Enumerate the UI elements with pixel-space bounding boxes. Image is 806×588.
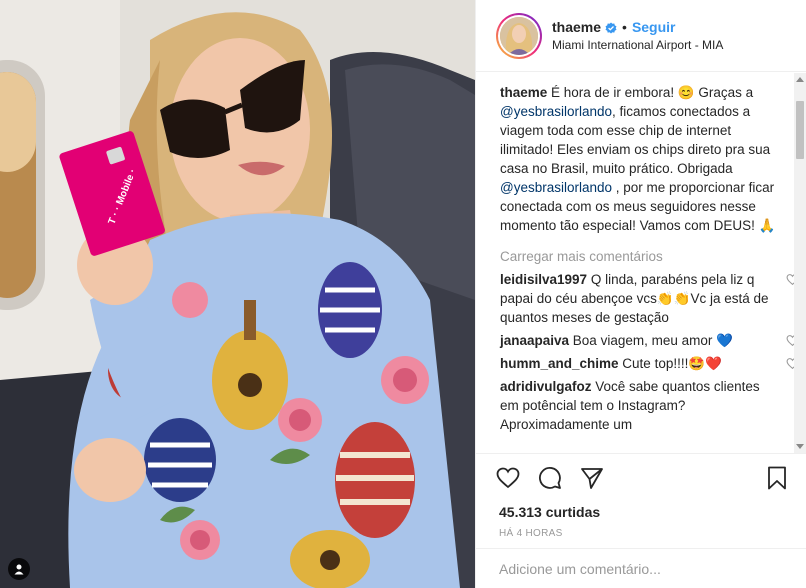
mention-link[interactable]: @yesbrasilorlando (500, 104, 612, 119)
add-comment-bar (476, 548, 806, 588)
share-icon[interactable] (580, 462, 612, 494)
post-header: thaeme • Seguir Miami International Airp… (476, 0, 806, 72)
comment-username[interactable]: janaapaiva (500, 333, 569, 348)
user-tag-icon[interactable] (8, 558, 30, 580)
comment-username[interactable]: humm_and_chime (500, 356, 619, 371)
verified-badge-icon (605, 21, 617, 34)
add-comment-input[interactable] (499, 560, 787, 577)
likes-count[interactable]: 45.313 curtidas (499, 504, 787, 520)
post-photo[interactable]: T · · Mobile · (0, 0, 475, 588)
post-image: T · · Mobile · (0, 0, 475, 588)
caption-username[interactable]: thaeme (500, 85, 547, 100)
scroll-down-arrow-icon[interactable] (796, 444, 804, 449)
mention-link[interactable]: @yesbrasilorlando (500, 180, 612, 195)
avatar[interactable] (496, 12, 542, 59)
comments-scrollbar[interactable] (794, 73, 806, 453)
comment-bubble-icon[interactable] (538, 462, 570, 494)
heart-icon[interactable] (496, 462, 528, 494)
scroll-up-arrow-icon[interactable] (796, 77, 804, 82)
comment-text: Boa viagem, meu amor 💙 (569, 333, 733, 348)
comment-item: janaapaiva Boa viagem, meu amor 💙 (500, 331, 799, 350)
follow-button[interactable]: Seguir (632, 19, 676, 35)
comment-username[interactable]: leidisilva1997 (500, 272, 587, 287)
username-link[interactable]: thaeme (552, 19, 601, 35)
comment-username[interactable]: adridivulgafoz (500, 379, 592, 394)
scroll-thumb[interactable] (796, 101, 804, 159)
comments-list: thaeme É hora de ir embora! 😊 Graças a @… (476, 73, 806, 453)
post-timestamp[interactable]: HÁ 4 HORAS (499, 528, 787, 539)
location-link[interactable]: Miami International Airport - MIA (552, 38, 723, 52)
comment-item: adridivulgafoz Você sabe quantos cliente… (500, 377, 777, 434)
post-caption: thaeme É hora de ir embora! 😊 Graças a @… (500, 83, 777, 235)
comment-text: Cute top!!!!🤩❤️ (618, 356, 722, 371)
load-more-comments-button[interactable]: Carregar mais comentários (500, 247, 777, 266)
post-actions: 45.313 curtidas HÁ 4 HORAS (476, 453, 806, 539)
bookmark-icon[interactable] (755, 462, 787, 494)
comment-item: leidisilva1997 Q linda, parabéns pela li… (500, 270, 799, 327)
separator-dot: • (622, 19, 627, 35)
comment-item: humm_and_chime Cute top!!!!🤩❤️ (500, 354, 799, 373)
post-side-panel: thaeme • Seguir Miami International Airp… (475, 0, 806, 588)
caption-text-1: É hora de ir embora! 😊 Graças a (547, 85, 754, 100)
